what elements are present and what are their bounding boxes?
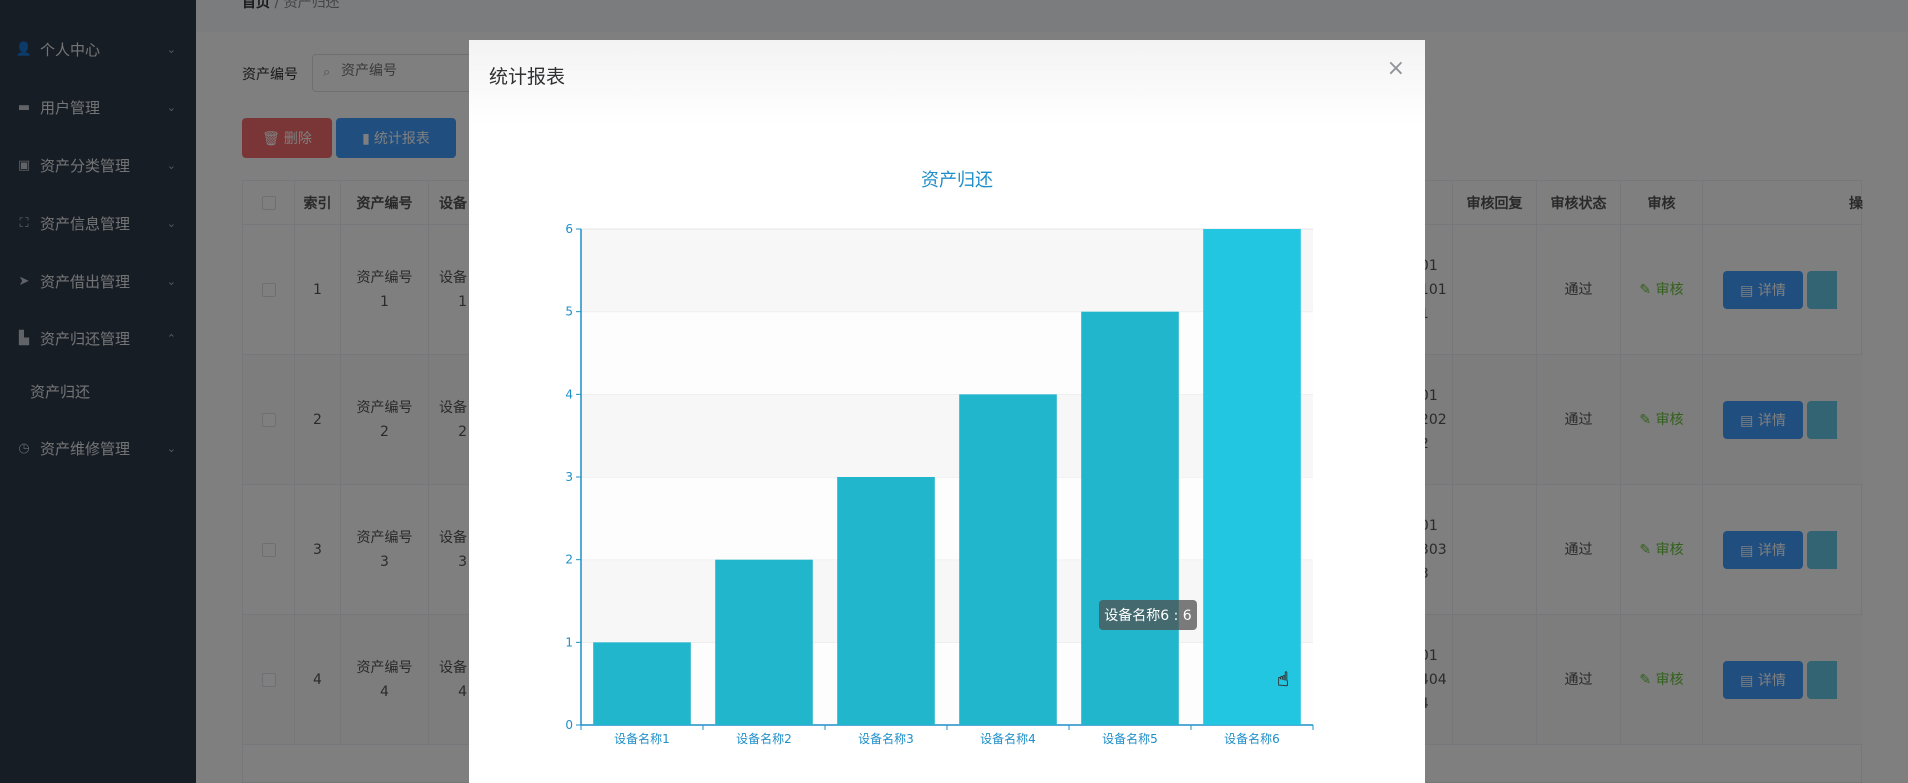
modal-title: 统计报表 <box>489 66 566 88</box>
bar <box>715 559 813 725</box>
grid-band <box>581 229 1313 312</box>
x-tick-label: 设备名称3 <box>858 731 914 746</box>
bar <box>1203 229 1301 725</box>
y-tick-label: 0 <box>565 718 573 732</box>
tooltip-text: 设备名称6 : 6 <box>1104 607 1192 624</box>
bar-chart: 资产归还 0 1 2 3 4 5 6 设备名称1 设备名称2 设备名称3 设备名称4 设备名称5 设备名称… <box>565 170 1314 746</box>
bar <box>959 394 1057 725</box>
y-tick-label: 5 <box>565 305 573 319</box>
bar <box>593 642 691 725</box>
y-tick-label: 6 <box>565 222 573 236</box>
x-tick-label: 设备名称4 <box>980 731 1036 746</box>
close-icon[interactable]: × <box>1387 56 1405 81</box>
bar <box>1081 311 1179 725</box>
x-tick-label: 设备名称6 <box>1224 731 1280 746</box>
bar <box>837 477 935 725</box>
grid-band <box>581 477 1313 560</box>
y-tick-label: 1 <box>565 635 573 649</box>
grid-band <box>581 311 1313 395</box>
y-tick-label: 4 <box>565 387 573 401</box>
modal-header: 统计报表 × <box>469 40 1425 126</box>
grid-band <box>581 394 1313 477</box>
hand-cursor-icon: ☝ <box>1277 667 1289 691</box>
y-tick-label: 2 <box>565 553 573 567</box>
x-tick-label: 设备名称1 <box>614 731 670 746</box>
report-modal: 统计报表 × 资产归还 0 1 2 3 4 5 6 设备名称1 设备名称2 设备名称3 设备名称4 设备… <box>469 40 1425 783</box>
x-tick-label: 设备名称5 <box>1102 731 1158 746</box>
grid-band <box>581 559 1313 643</box>
x-tick-label: 设备名称2 <box>736 731 792 746</box>
y-tick-label: 3 <box>565 470 573 484</box>
chart-title: 资产归还 <box>921 170 993 191</box>
